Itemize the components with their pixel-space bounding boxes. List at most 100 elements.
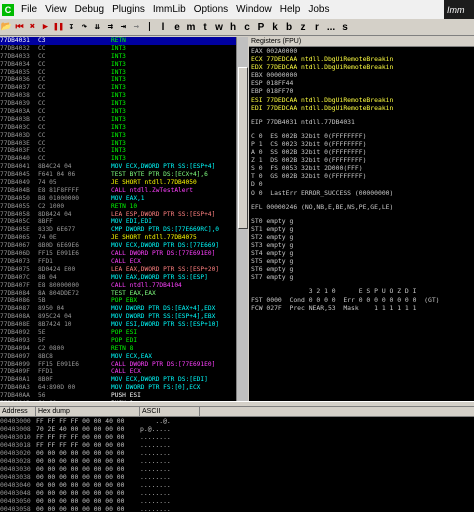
disasm-row[interactable]: 77DB40A1 8B0F MOV ECX,DWORD PTR DS:[EDI] [0, 376, 236, 384]
register-line[interactable]: FST 0000 Cond 0 0 0 0 Err 0 0 0 0 0 0 0 … [249, 296, 474, 304]
disasm-row[interactable]: 77DB4084 8A 804DDE72 TEST EAX,EAX [0, 290, 236, 298]
disasm-row[interactable]: 77DB40AA 56 PUSH ESI [0, 392, 236, 400]
register-line[interactable]: EAX 002A0000 [249, 47, 474, 55]
disasm-row[interactable]: 77DB4093 5F POP EDI [0, 337, 236, 345]
disasm-row[interactable]: 77DB4031 C3 RETN [0, 37, 236, 45]
disasm-row[interactable]: 77DB4097 8BC8 MOV ECX,EAX [0, 353, 236, 361]
register-line[interactable]: ST7 empty g [249, 273, 474, 281]
register-line[interactable]: ST6 empty g [249, 265, 474, 273]
register-line[interactable]: EBX 00000000 [249, 71, 474, 79]
disasm-row[interactable]: 77DB4055 C2 1000 RETN 10 [0, 203, 236, 211]
hex-dump-pane[interactable]: Address Hex dump ASCII 00403000 FF FF FF … [0, 407, 474, 512]
executable-modules-button[interactable]: e [171, 21, 183, 33]
disasm-row[interactable]: 77DB405E 833D 6E677 CMP DWORD PTR DS:[77E6… [0, 226, 236, 234]
dump-row[interactable]: 00403028 00 00 00 00 00 00 00 00........ [0, 457, 474, 465]
disasm-row[interactable]: 77DB4099 FF15 E091E6 CALL DWORD PTR DS:[77… [0, 361, 236, 369]
register-line[interactable]: ST4 empty g [249, 249, 474, 257]
disasm-row[interactable]: 77DB403F CC INT3 [0, 147, 236, 155]
dump-row[interactable]: 00403018 FF FF FF FF 00 00 00 00........ [0, 441, 474, 449]
menu-options[interactable]: Options [190, 4, 232, 15]
disasm-row[interactable]: 77DB4050 B8 01000000 MOV EAX,1 [0, 195, 236, 203]
disasm-row[interactable]: 77DB407C 8B 04 MOV EAX,DWORD PTR SS:[ESP] [0, 274, 236, 282]
register-line[interactable]: ST1 empty g [249, 225, 474, 233]
disasm-row[interactable]: 77DB40A3 64:890D 00 MOV DWORD PTR FS:[0],E… [0, 384, 236, 392]
register-line[interactable]: ST5 empty g [249, 257, 474, 265]
close-icon[interactable]: ✖ [27, 21, 38, 33]
call-stack-button[interactable]: k [269, 21, 281, 33]
register-line[interactable]: EFL 00000246 (NO,NB,E,BE,NS,PE,GE,LE) [249, 203, 474, 211]
col-hex-dump[interactable]: Hex dump [36, 407, 140, 416]
disasm-row[interactable]: 77DB408E 8B7424 10 MOV ESI,DWORD PTR SS:[E… [0, 321, 236, 329]
patches-button[interactable]: P [255, 21, 267, 33]
disasm-row[interactable]: 77DB4045 F641 04 06 TEST BYTE PTR DS:[ECX+… [0, 171, 236, 179]
disasm-row[interactable]: 77DB4037 CC INT3 [0, 84, 236, 92]
disassembly-pane[interactable]: 77DB4031 C3 RETN 77DB4032 CC INT3 77DB4033 CC IN… [0, 37, 236, 401]
log-window-button[interactable]: l [157, 21, 169, 33]
disasm-row[interactable]: 77DB4065 74 0E JE SHORT ntdll.77DB4075 [0, 234, 236, 242]
menu-immlib[interactable]: ImmLib [149, 4, 190, 15]
register-line[interactable]: 3 2 1 0 E S P U O Z D I [249, 287, 474, 295]
disasm-row[interactable]: 77DB4038 CC INT3 [0, 92, 236, 100]
register-line[interactable]: EBP 018FF70 [249, 87, 474, 95]
rewind-icon[interactable]: ⏮ [14, 21, 25, 33]
source-button[interactable]: s [339, 21, 351, 33]
trace-over-icon[interactable]: ⇉ [105, 21, 116, 33]
disasm-row[interactable]: 77DB406D FF15 E091E6 CALL DWORD PTR DS:[77… [0, 250, 236, 258]
disasm-row[interactable]: 77DB4036 CC INT3 [0, 76, 236, 84]
register-line[interactable]: ST2 empty g [249, 233, 474, 241]
register-line[interactable]: ECX 77DEDCAA ntdll.DbgUiRemoteBreakin [249, 55, 474, 63]
trace-into-icon[interactable]: ⇊ [92, 21, 103, 33]
disassembly-scrollbar[interactable] [236, 37, 248, 401]
step-into-icon[interactable]: ↧ [66, 21, 77, 33]
register-line[interactable]: P 1 CS 0023 32bit 0(FFFFFFFF) [249, 140, 474, 148]
windows-button[interactable]: w [213, 21, 225, 33]
register-line[interactable]: ST3 empty g [249, 241, 474, 249]
dump-row[interactable]: 00403000 FF FF FF FF 00 00 40 00 ..@. [0, 417, 474, 425]
disasm-row[interactable]: 77DB4040 CC INT3 [0, 155, 236, 163]
dump-row[interactable]: 00403048 00 00 00 00 00 00 00 00........ [0, 489, 474, 497]
menu-view[interactable]: View [41, 4, 71, 15]
threads-button[interactable]: t [199, 21, 211, 33]
step-over-icon[interactable]: ↷ [79, 21, 90, 33]
dump-row[interactable]: 00403050 00 00 00 00 00 00 00 00........ [0, 497, 474, 505]
cpu-button[interactable]: c [241, 21, 253, 33]
disasm-row[interactable]: 77DB4087 8950 04 MOV DWORD PTR DS:[EAX+4],… [0, 305, 236, 313]
register-line[interactable]: EDI 77DEDCAA ntdll.DbgUiRemoteBreakin [249, 104, 474, 112]
dump-row[interactable]: 00403038 00 00 00 00 00 00 00 00........ [0, 473, 474, 481]
disasm-row[interactable]: 77DB405C 8BFF MOV EDI,EDI [0, 218, 236, 226]
disasm-row[interactable]: 77DB408A 895C24 04 MOV DWORD PTR SS:[ESP+4… [0, 313, 236, 321]
menu-help[interactable]: Help [276, 4, 305, 15]
handles-button[interactable]: h [227, 21, 239, 33]
register-line[interactable]: ESI 77DEDCAA ntdll.DbgUiRemoteBreakin [249, 96, 474, 104]
breakpoints-button[interactable]: b [283, 21, 295, 33]
col-ascii[interactable]: ASCII [140, 407, 200, 416]
window-title-chip[interactable]: Imm [444, 0, 474, 19]
register-line[interactable]: S 0 FS 0053 32bit 2D000(FFF) [249, 164, 474, 172]
disasm-row[interactable]: 77DB4073 FFD1 CALL ECX [0, 258, 236, 266]
disasm-row[interactable]: 77DB4035 CC INT3 [0, 69, 236, 77]
register-line[interactable]: D 0 [249, 180, 474, 188]
disasm-row[interactable]: 77DB4039 CC INT3 [0, 100, 236, 108]
menu-debug[interactable]: Debug [71, 4, 108, 15]
disasm-row[interactable]: 77DB403D CC INT3 [0, 132, 236, 140]
run-icon[interactable]: ▶ [40, 21, 51, 33]
register-line[interactable]: T 0 GS 002B 32bit 0(FFFFFFFF) [249, 172, 474, 180]
disasm-row[interactable]: 77DB403B CC INT3 [0, 116, 236, 124]
register-line[interactable]: Z 1 DS 002B 32bit 0(FFFFFFFF) [249, 156, 474, 164]
menu-plugins[interactable]: Plugins [108, 4, 149, 15]
goto-icon[interactable]: → [131, 21, 142, 33]
pause-icon[interactable]: ❚❚ [53, 21, 64, 33]
dump-row[interactable]: 00403020 00 00 00 00 00 00 00 00........ [0, 449, 474, 457]
disasm-row[interactable]: 77DB4034 CC INT3 [0, 61, 236, 69]
register-line[interactable]: ESP 018FF44 [249, 79, 474, 87]
disasm-row[interactable]: 77DB4041 8B4C24 04 MOV ECX,DWORD PTR SS:[E… [0, 163, 236, 171]
register-line[interactable]: ST0 empty g [249, 217, 474, 225]
disasm-row[interactable]: 77DB4086 5B POP EBX [0, 297, 236, 305]
dump-row[interactable]: 00403008 70 2E 40 00 00 00 00 00 p.@..... [0, 425, 474, 433]
memory-map-button[interactable]: m [185, 21, 197, 33]
disasm-row[interactable]: 77DB4049 74 05 JE SHORT ntdll.77DB4050 [0, 179, 236, 187]
disasm-row[interactable]: 77DB4092 5E POP ESI [0, 329, 236, 337]
run-trace-button[interactable]: r [311, 21, 323, 33]
dump-row[interactable]: 00403058 00 00 00 00 00 00 00 00........ [0, 505, 474, 512]
registers-pane[interactable]: Registers (FPU) EAX 002A0000 ECX 77DEDCAA… [249, 37, 474, 401]
